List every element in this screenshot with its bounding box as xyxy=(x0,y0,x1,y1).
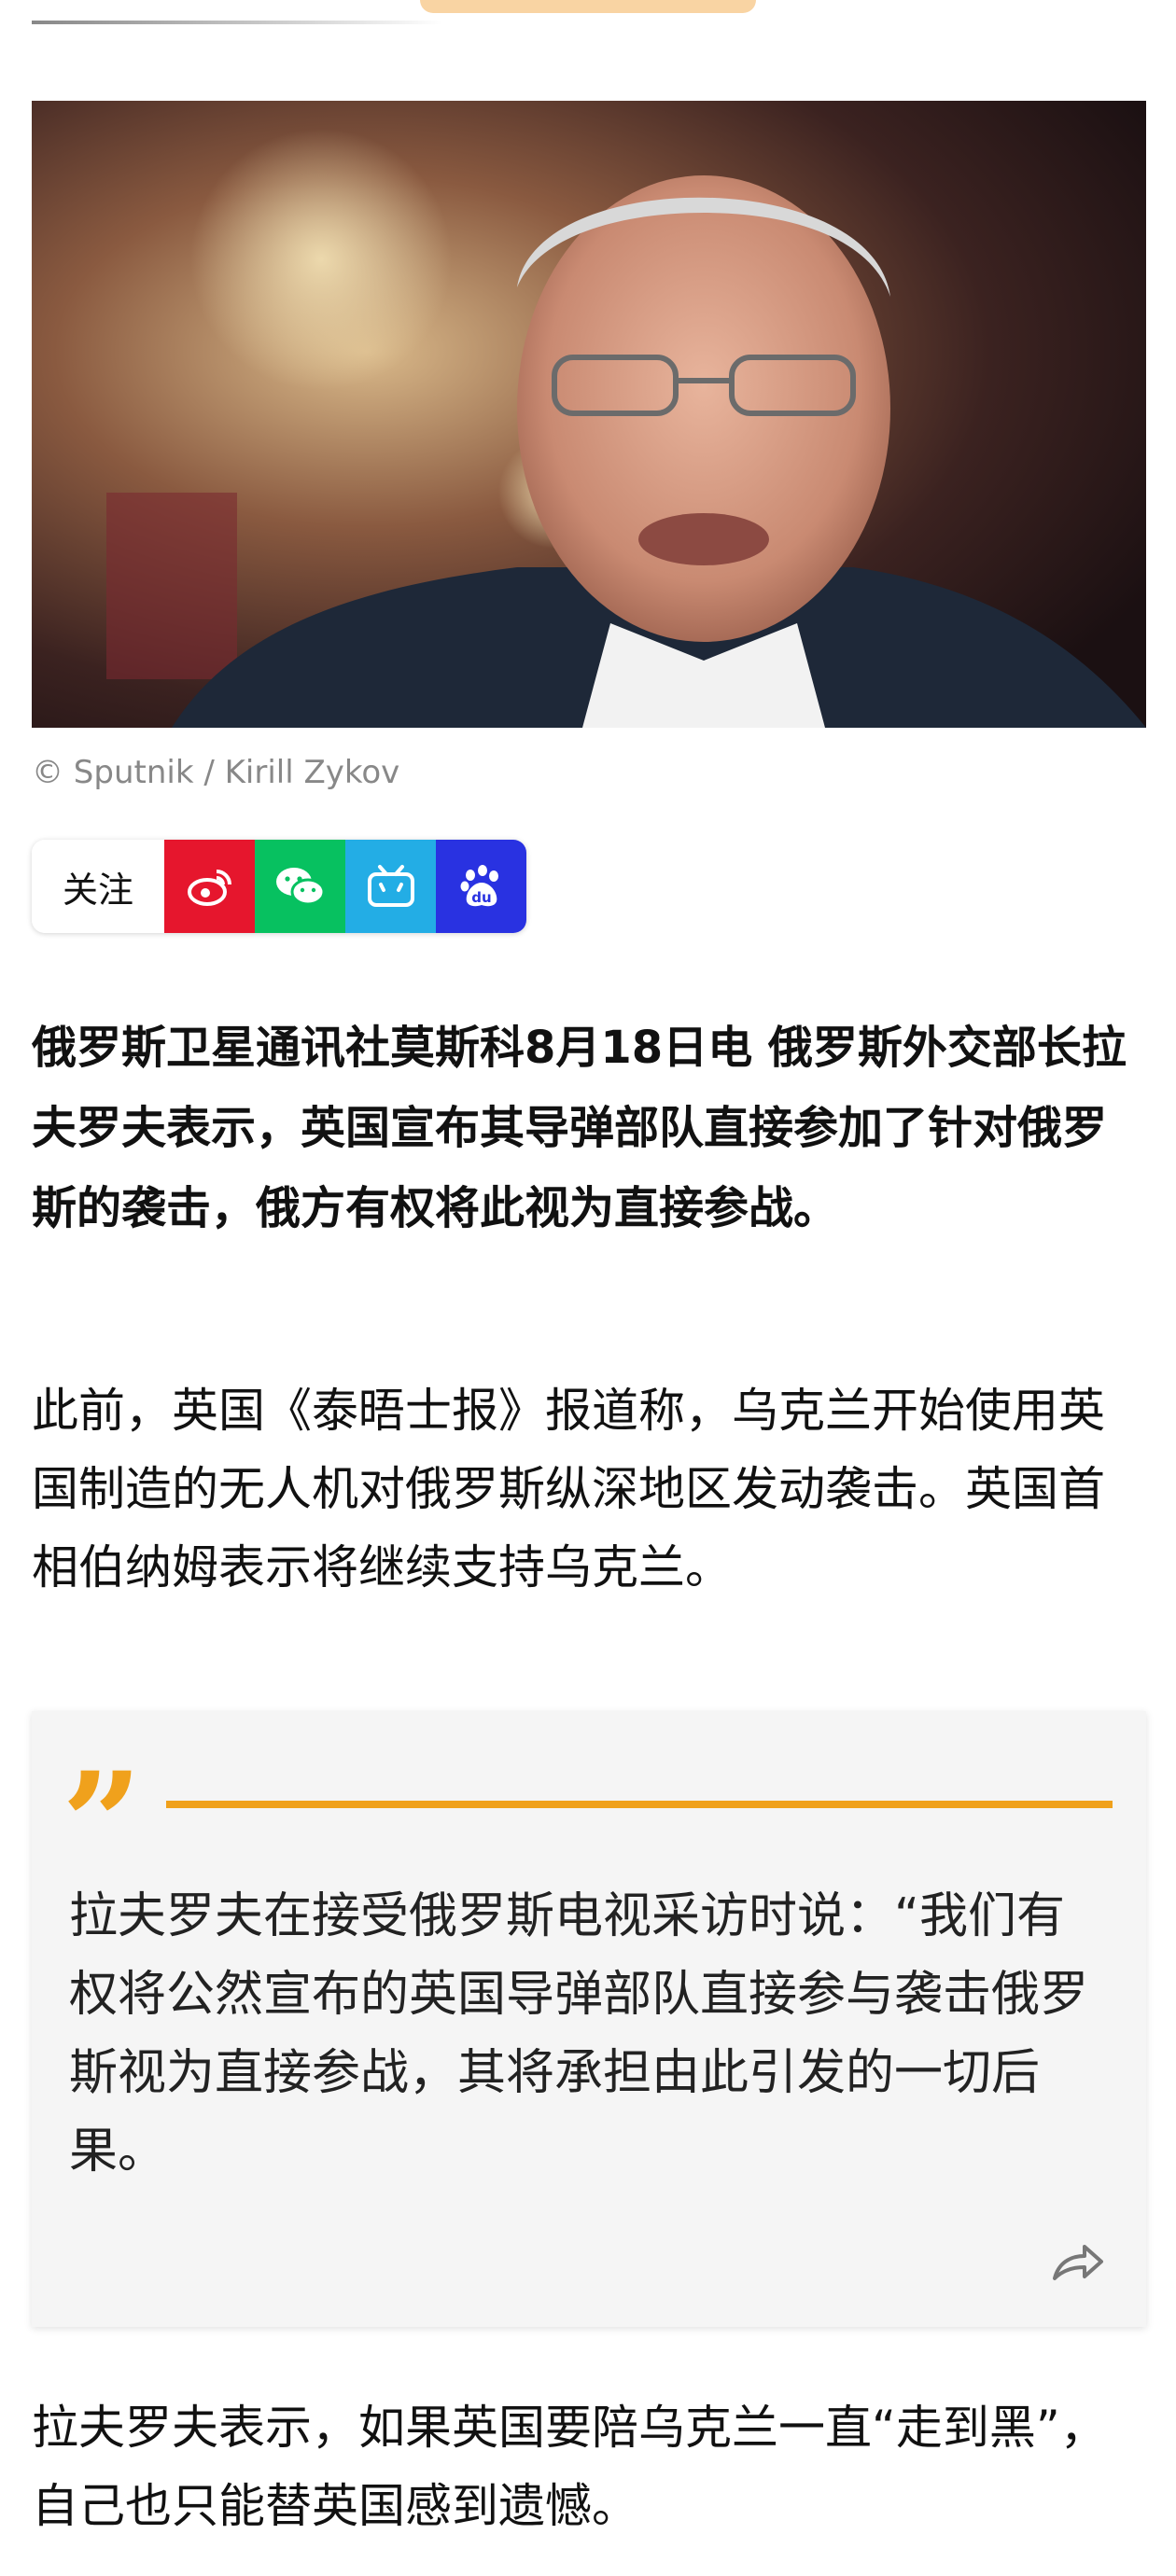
quote-accent-rule xyxy=(166,1801,1113,1808)
article-paragraph-1: 此前，英国《泰晤士报》报道称，乌克兰开始使用英国制造的无人机对俄罗斯纵深地区发动… xyxy=(32,1384,1105,1594)
wechat-share-button[interactable] xyxy=(255,840,345,933)
quote-card: ” 拉夫罗夫在接受俄罗斯电视采访时说：“我们有权将公然宣布的英国导弹部队直接参与… xyxy=(32,1711,1146,2327)
svg-text:du: du xyxy=(471,889,491,906)
quote-text: 拉夫罗夫在接受俄罗斯电视采访时说：“我们有权将公然宣布的英国导弹部队直接参与袭击… xyxy=(69,1888,1089,2179)
quote-mark-icon: ” xyxy=(62,1742,143,1906)
bilibili-share-button[interactable] xyxy=(345,840,436,933)
article-paragraph-2: 拉夫罗夫表示，如果英国要陪乌克兰一直“走到黑”，自己也只能替英国感到遗憾。 xyxy=(32,2401,1107,2533)
top-divider xyxy=(32,21,442,24)
share-bar: 关注 du xyxy=(32,840,526,933)
article-photo xyxy=(32,101,1146,728)
baidu-icon: du xyxy=(460,865,498,907)
share-arrow-icon[interactable] xyxy=(1049,2239,1105,2286)
portrait-image xyxy=(32,101,1146,728)
article-lead: 俄罗斯卫星通讯社莫斯科8月18日电 俄罗斯外交部长拉夫罗夫表示，英国宣布其导弹部… xyxy=(32,1022,1127,1234)
wechat-icon xyxy=(275,868,325,906)
top-tab-fragment xyxy=(420,0,756,13)
weibo-icon xyxy=(187,870,231,906)
follow-button[interactable]: 关注 xyxy=(32,840,164,933)
baidu-share-button[interactable]: du xyxy=(436,840,526,933)
bilibili-icon xyxy=(367,865,414,907)
top-status-fragment xyxy=(0,0,1176,56)
weibo-share-button[interactable] xyxy=(164,840,255,933)
photo-caption: © Sputnik / Kirill Zykov xyxy=(32,754,400,791)
